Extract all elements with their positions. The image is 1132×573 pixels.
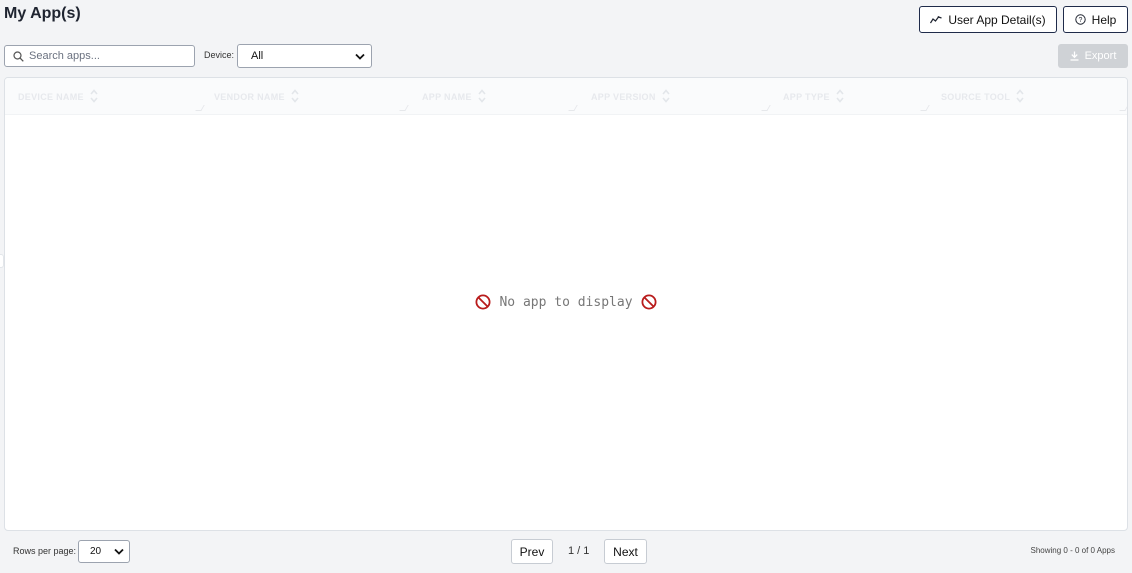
help-label: Help [1091, 12, 1117, 27]
column-header-label: DEVICE NAME [18, 91, 84, 102]
column-header-source-tool[interactable]: SOURCE TOOL [928, 78, 1127, 115]
rows-per-page-label: Rows per page: [13, 546, 77, 556]
device-select-value: All [251, 50, 264, 62]
rows-per-page-value: 20 [90, 546, 102, 557]
apps-table: DEVICE NAME VENDOR NAME APP NAME APP VER… [4, 77, 1128, 531]
empty-state-message: No app to display [499, 294, 633, 310]
user-app-detail-button[interactable]: User App Detail(s) [919, 6, 1057, 33]
next-page-button[interactable]: Next [604, 539, 647, 564]
help-circle-icon: ? [1074, 14, 1086, 25]
sort-icon [291, 88, 299, 105]
user-app-detail-label: User App Detail(s) [948, 12, 1046, 27]
sort-icon [662, 88, 670, 105]
rows-per-page-select[interactable]: 20 [78, 540, 130, 563]
column-header-label: APP TYPE [783, 91, 830, 102]
sort-icon [836, 88, 844, 105]
column-header-label: SOURCE TOOL [941, 91, 1011, 102]
column-header-app-version[interactable]: APP VERSION [578, 78, 771, 115]
chevron-down-icon [114, 548, 124, 555]
trend-chart-icon [930, 15, 943, 24]
column-resize-handle[interactable] [399, 105, 409, 111]
showing-count: Showing 0 - 0 of 0 Apps [1030, 546, 1116, 555]
search-input[interactable] [29, 50, 189, 62]
empty-state: No app to display [5, 294, 1127, 310]
column-header-app-name[interactable]: APP NAME [409, 78, 578, 115]
download-icon [1070, 51, 1079, 61]
help-button[interactable]: ? Help [1063, 6, 1128, 33]
column-header-label: VENDOR NAME [214, 91, 285, 102]
search-icon [13, 50, 24, 62]
device-select[interactable]: All [237, 44, 372, 68]
sort-icon [90, 88, 98, 105]
column-header-app-type[interactable]: APP TYPE [770, 78, 930, 115]
search-box[interactable] [4, 45, 195, 67]
export-label: Export [1084, 50, 1117, 62]
no-entry-icon [641, 294, 657, 310]
page-indicator: 1 / 1 [568, 545, 590, 557]
prev-page-button[interactable]: Prev [511, 539, 553, 564]
sort-icon [1016, 88, 1024, 105]
column-header-vendor-name[interactable]: VENDOR NAME [201, 78, 409, 115]
export-button[interactable]: Export [1058, 44, 1128, 68]
column-header-label: APP VERSION [591, 91, 656, 102]
sort-icon [478, 88, 486, 105]
column-resize-handle[interactable] [568, 105, 578, 111]
svg-text:?: ? [1078, 17, 1082, 24]
column-resize-handle[interactable] [1119, 105, 1127, 111]
table-header: DEVICE NAME VENDOR NAME APP NAME APP VER… [5, 78, 1127, 115]
no-entry-icon [475, 294, 491, 310]
column-header-device-name[interactable]: DEVICE NAME [5, 78, 205, 115]
page-title: My App(s) [4, 5, 81, 22]
chevron-down-icon [355, 53, 365, 60]
column-header-label: APP NAME [422, 91, 472, 102]
device-label: Device: [204, 50, 235, 60]
